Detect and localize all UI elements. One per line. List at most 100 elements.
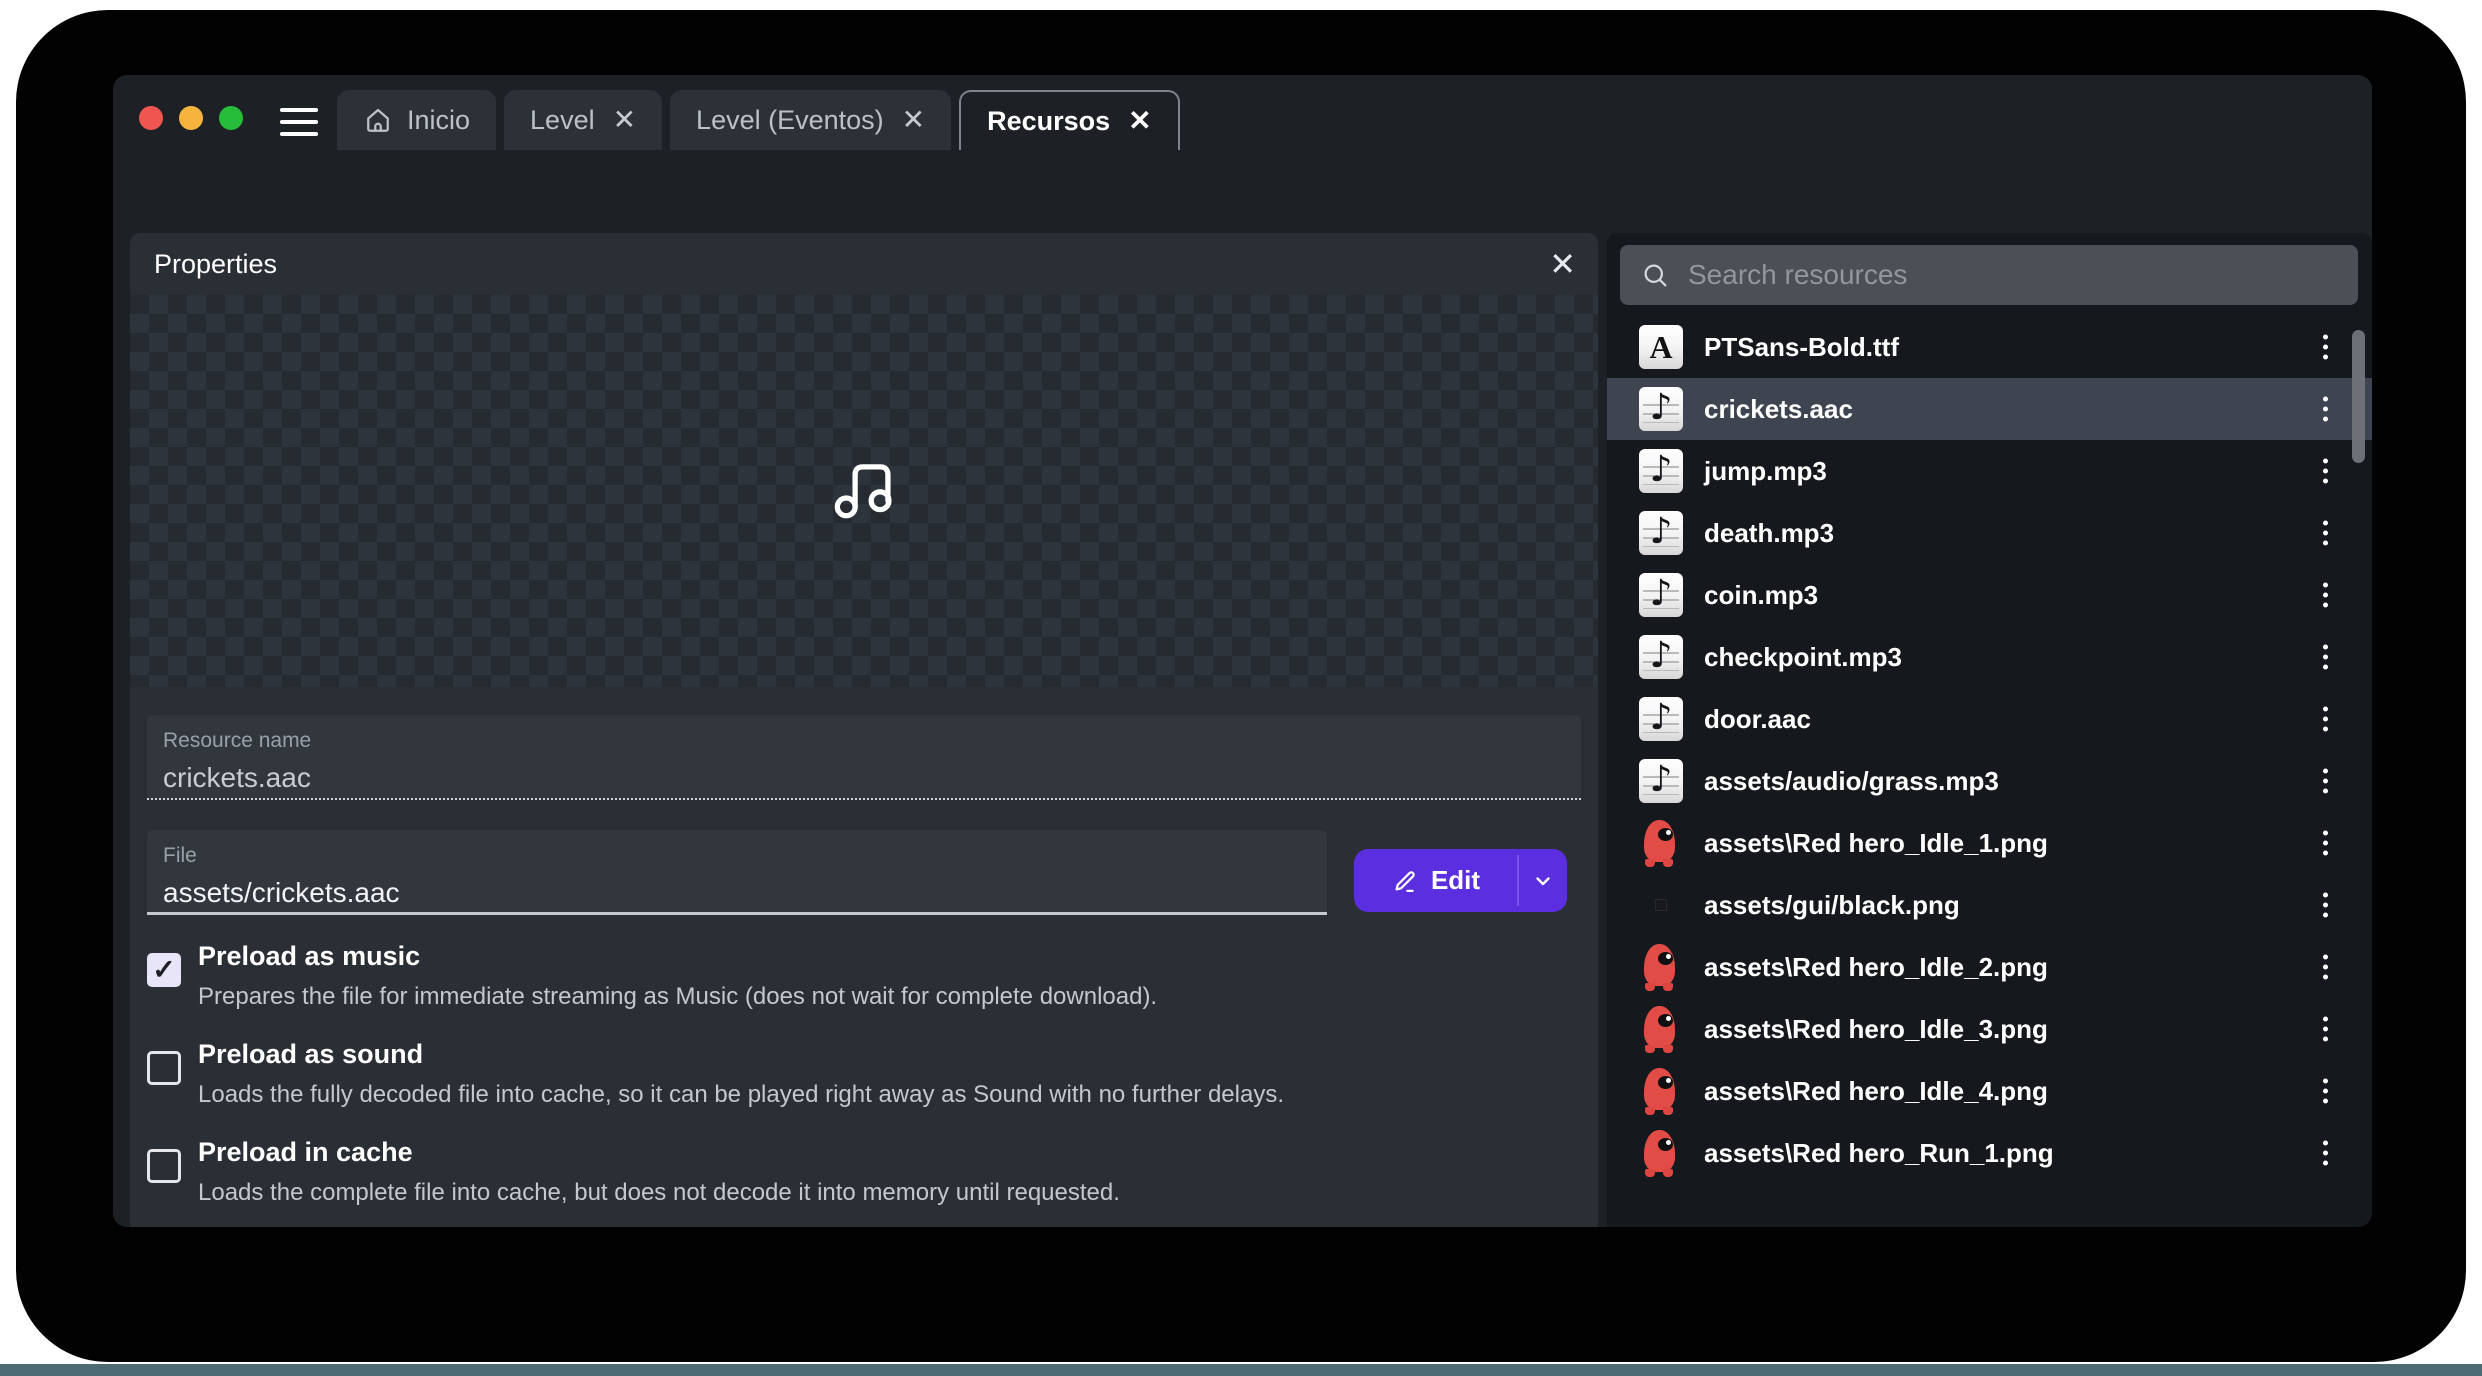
properties-panel: Properties ✕ Resource name crickets.aac …: [130, 233, 1598, 1227]
music-note-icon: [823, 447, 905, 529]
resource-row[interactable]: assets\Red hero_Idle_2.png: [1607, 936, 2372, 998]
scrollbar-thumb[interactable]: [2352, 330, 2365, 463]
resource-name: assets/gui/black.png: [1704, 890, 1960, 921]
resource-row[interactable]: ♪ jump.mp3: [1607, 440, 2372, 502]
preload-option-label: Preload as music: [198, 939, 1578, 973]
icon-glyph: ♪: [1650, 573, 1673, 614]
close-window-button[interactable]: [139, 106, 163, 130]
black-image-icon: [1639, 883, 1683, 927]
resource-row[interactable]: assets\Red hero_Idle_4.png: [1607, 1060, 2372, 1122]
home-icon: [363, 105, 393, 135]
desktop-floor-strip: [0, 1364, 2482, 1376]
audio-file-icon: ♪: [1639, 697, 1683, 741]
edit-file-button[interactable]: Edit: [1354, 849, 1567, 912]
preload-option-preload-as-sound: ✓ Preload as sound Loads the fully decoded…: [147, 1037, 1578, 1110]
search-input[interactable]: [1686, 258, 2358, 292]
kebab-menu-icon[interactable]: [2323, 1079, 2328, 1104]
kebab-menu-icon[interactable]: [2323, 769, 2328, 794]
audio-file-icon: ♪: [1639, 387, 1683, 431]
tab-label: Recursos: [987, 106, 1110, 137]
kebab-menu-icon[interactable]: [2323, 1017, 2328, 1042]
resource-name: assets\Red hero_Idle_3.png: [1704, 1014, 2048, 1045]
resource-name: PTSans-Bold.ttf: [1704, 332, 1899, 363]
chevron-down-icon: [1531, 869, 1555, 893]
tab-bar: InicioLevel✕Level (Eventos)✕Recursos✕: [337, 90, 1180, 150]
font-file-icon: A: [1639, 325, 1683, 369]
main-menu-icon[interactable]: [280, 108, 318, 136]
resource-name: crickets.aac: [1704, 394, 1853, 425]
icon-glyph: ♪: [1650, 697, 1673, 738]
file-label: File: [163, 844, 1311, 868]
resource-name: assets\Red hero_Idle_2.png: [1704, 952, 2048, 983]
resource-row[interactable]: assets/gui/black.png: [1607, 874, 2372, 936]
kebab-menu-icon[interactable]: [2323, 397, 2328, 422]
resource-row[interactable]: ♪door.aac: [1607, 688, 2372, 750]
tab-label: Inicio: [407, 105, 470, 136]
resource-row[interactable]: assets\Red hero_Run_1.png: [1607, 1122, 2372, 1184]
kebab-menu-icon[interactable]: [2323, 459, 2328, 484]
tab-inicio[interactable]: Inicio: [337, 90, 496, 150]
kebab-menu-icon[interactable]: [2323, 583, 2328, 608]
audio-file-icon: ♪: [1639, 573, 1683, 617]
preload-option-preload-as-music: ✓Preload as musicPrepares the file for i…: [147, 939, 1578, 1012]
minimize-window-button[interactable]: [179, 106, 203, 130]
resource-name: assets\Red hero_Run_1.png: [1704, 1138, 2054, 1169]
checkbox-unchecked[interactable]: ✓: [147, 1051, 181, 1085]
tab-level[interactable]: Level ✕: [504, 90, 662, 150]
edit-label: Edit: [1431, 865, 1480, 896]
resource-name: assets\Red hero_Idle_4.png: [1704, 1076, 2048, 1107]
kebab-menu-icon[interactable]: [2323, 335, 2328, 360]
tab-close-icon[interactable]: ✕: [609, 106, 636, 134]
icon-glyph: ♪: [1650, 387, 1673, 428]
file-field[interactable]: File assets/crickets.aac: [147, 830, 1327, 915]
tab-close-icon[interactable]: ✕: [898, 106, 925, 134]
resource-row[interactable]: ♪ death.mp3: [1607, 502, 2372, 564]
resource-name-value: crickets.aac: [163, 762, 1565, 794]
red-hero-sprite-icon: [1639, 1128, 1683, 1178]
resource-row[interactable]: ♪checkpoint.mp3: [1607, 626, 2372, 688]
resource-row[interactable]: ♪coin.mp3: [1607, 564, 2372, 626]
toolbar: Preview Publish: [113, 150, 2372, 233]
tab-label: Level: [530, 105, 595, 136]
kebab-menu-icon[interactable]: [2323, 831, 2328, 856]
preload-option-label: Preload as sound: [198, 1037, 1578, 1071]
audio-file-icon: ♪: [1639, 449, 1683, 493]
red-hero-sprite-icon: [1639, 1004, 1683, 1054]
kebab-menu-icon[interactable]: [2323, 645, 2328, 670]
kebab-menu-icon[interactable]: [2323, 707, 2328, 732]
resource-list: APTSans-Bold.ttf♪crickets.aac♪jump.mp3♪d…: [1607, 316, 2372, 1184]
resource-name: death.mp3: [1704, 518, 1834, 549]
kebab-menu-icon[interactable]: [2323, 955, 2328, 980]
audio-file-icon: ♪: [1639, 511, 1683, 555]
close-properties-icon[interactable]: ✕: [1549, 245, 1576, 283]
resource-row[interactable]: ♪ assets/audio/grass.mp3: [1607, 750, 2372, 812]
red-hero-sprite-icon: [1639, 942, 1683, 992]
preload-option-preload-in-cache: ✓Preload in cacheLoads the complete file…: [147, 1135, 1578, 1208]
icon-glyph: ♪: [1650, 635, 1673, 676]
edit-dropdown-button[interactable]: [1519, 849, 1567, 912]
resource-row[interactable]: A PTSans-Bold.ttf: [1607, 316, 2372, 378]
tab-level-eventos[interactable]: Level (Eventos)✕: [670, 90, 951, 150]
resource-name: assets/audio/grass.mp3: [1704, 766, 1999, 797]
resource-name-field[interactable]: Resource name crickets.aac: [147, 715, 1581, 800]
tab-close-icon[interactable]: ✕: [1124, 107, 1151, 135]
checkbox-unchecked[interactable]: ✓: [147, 1149, 181, 1183]
kebab-menu-icon[interactable]: [2323, 1141, 2328, 1166]
resource-name: jump.mp3: [1704, 456, 1827, 487]
resource-row[interactable]: assets\Red hero_Idle_1.png: [1607, 812, 2372, 874]
resources-panel: APTSans-Bold.ttf♪crickets.aac♪jump.mp3♪d…: [1607, 233, 2372, 1227]
zoom-window-button[interactable]: [219, 106, 243, 130]
properties-title: Properties: [154, 249, 277, 280]
icon-glyph: A: [1649, 329, 1672, 366]
checkmark-icon: ✓: [152, 956, 175, 984]
kebab-menu-icon[interactable]: [2323, 893, 2328, 918]
checkbox-checked[interactable]: ✓: [147, 953, 181, 987]
preload-option-description: Loads the fully decoded file into cache,…: [198, 1080, 1578, 1110]
icon-glyph: ♪: [1650, 511, 1673, 552]
titlebar: InicioLevel✕Level (Eventos)✕Recursos✕: [113, 75, 2372, 150]
tab-recursos[interactable]: Recursos ✕: [959, 90, 1180, 150]
resource-row[interactable]: assets\Red hero_Idle_3.png: [1607, 998, 2372, 1060]
resource-row[interactable]: ♪ crickets.aac: [1607, 378, 2372, 440]
kebab-menu-icon[interactable]: [2323, 521, 2328, 546]
icon-glyph: ♪: [1650, 759, 1673, 800]
